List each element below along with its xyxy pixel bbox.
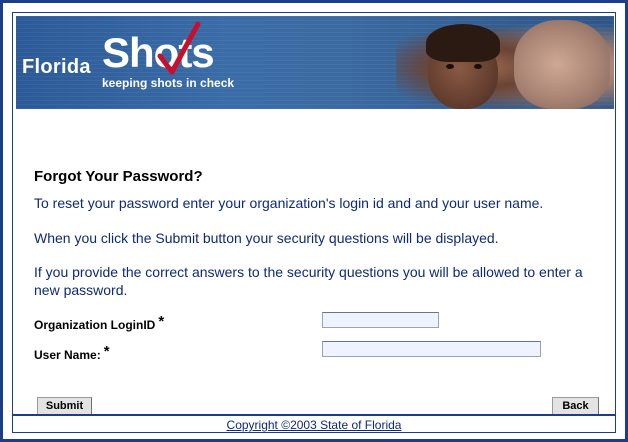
photo-eye-right — [474, 64, 482, 69]
user-name-input[interactable] — [322, 341, 541, 357]
user-name-label-text: User Name: — [34, 348, 101, 362]
page-frame: Florida Shots keeping shots in check For… — [0, 0, 628, 442]
logo-florida-text: Florida — [22, 56, 91, 78]
checkmark-icon — [157, 21, 201, 75]
photo-eye-left — [446, 64, 454, 69]
required-marker: * — [158, 313, 165, 330]
content-panel: Florida Shots keeping shots in check For… — [12, 12, 616, 433]
logo-tagline: keeping shots in check — [102, 76, 235, 90]
copyright-link[interactable]: Copyright ©2003 State of Florida — [13, 418, 615, 432]
required-marker: * — [103, 343, 110, 360]
header-banner: Florida Shots keeping shots in check — [16, 16, 614, 109]
banner-photo — [396, 16, 614, 109]
user-name-label: User Name: * — [34, 343, 110, 363]
page-title: Forgot Your Password? — [34, 168, 203, 185]
instruction-text-2: When you click the Submit button your se… — [34, 230, 499, 246]
photo-adult-face — [514, 20, 610, 109]
org-login-label-text: Organization LoginID — [34, 318, 156, 332]
footer-divider — [13, 414, 615, 416]
instruction-text-3: If you provide the correct answers to th… — [34, 264, 583, 298]
submit-button[interactable]: Submit — [37, 397, 92, 415]
instruction-text-1: To reset your password enter your organi… — [34, 195, 544, 211]
org-login-label: Organization LoginID * — [34, 313, 165, 333]
back-button[interactable]: Back — [552, 397, 599, 415]
org-login-input[interactable] — [322, 312, 439, 328]
photo-baby-hair — [426, 24, 500, 62]
